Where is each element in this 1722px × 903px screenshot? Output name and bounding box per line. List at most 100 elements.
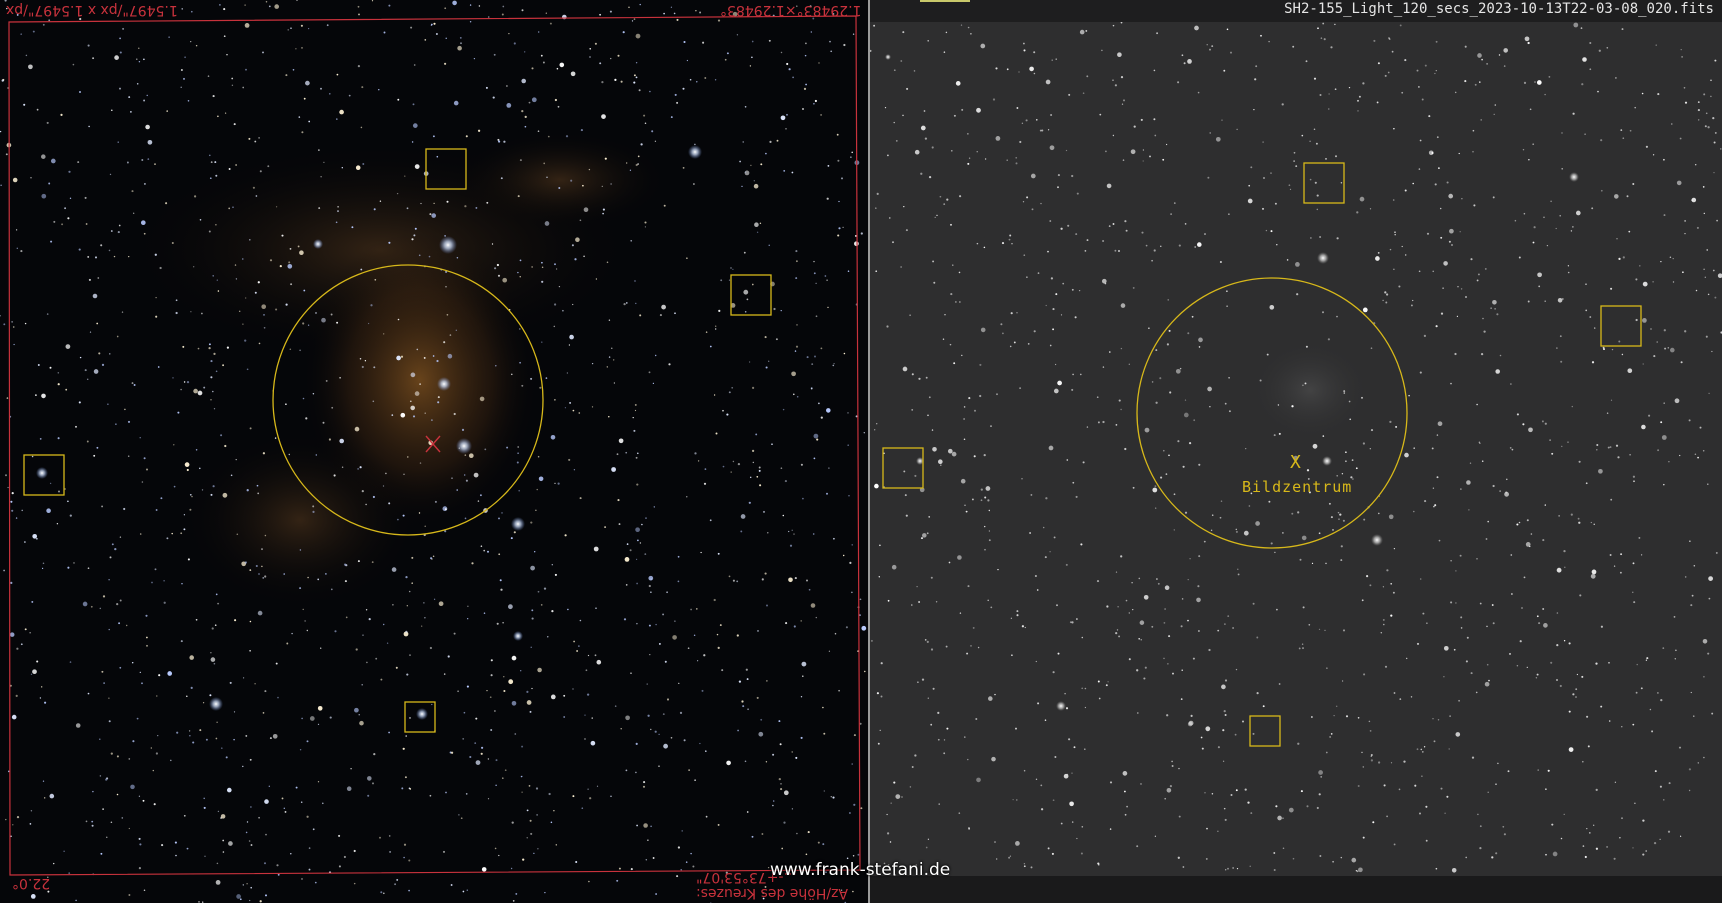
star: [608, 356, 611, 358]
star: [183, 814, 186, 817]
star: [1607, 446, 1610, 449]
star: [1248, 505, 1251, 507]
star: [289, 348, 292, 351]
star: [119, 37, 121, 40]
star: [299, 549, 302, 551]
star: [1071, 388, 1074, 391]
star: [171, 532, 173, 535]
star: [1114, 249, 1117, 252]
star: [1120, 347, 1123, 350]
star: [1421, 751, 1424, 753]
star: [1626, 195, 1629, 198]
star: [1037, 272, 1040, 274]
star: [1140, 118, 1143, 121]
star: [760, 163, 763, 166]
star: [128, 894, 131, 896]
star: [837, 159, 840, 162]
star: [1310, 237, 1312, 239]
star: [943, 203, 946, 205]
star: [1296, 293, 1299, 296]
star: [264, 534, 267, 537]
star: [1408, 394, 1410, 397]
star: [1570, 230, 1573, 232]
star: [1537, 272, 1542, 278]
star: [586, 693, 590, 696]
star: [82, 601, 88, 607]
star: [1060, 314, 1063, 316]
star: [1704, 125, 1707, 128]
star: [596, 659, 602, 665]
star: [1668, 460, 1670, 463]
star: [877, 742, 880, 745]
star: [1224, 818, 1227, 821]
star: [795, 345, 799, 348]
star: [1544, 504, 1546, 506]
star: [967, 585, 970, 588]
star: [780, 788, 783, 791]
star: [573, 640, 575, 643]
star: [141, 682, 143, 685]
star: [183, 381, 186, 383]
star: [744, 760, 747, 763]
star: [1080, 543, 1083, 546]
star: [1270, 230, 1273, 233]
star: [795, 250, 798, 253]
star: [851, 544, 853, 546]
star: [514, 733, 517, 735]
star: [1584, 855, 1587, 859]
star: [1120, 76, 1124, 79]
star: [72, 63, 75, 66]
star: [851, 763, 853, 765]
star: [410, 372, 416, 378]
star: [1328, 502, 1331, 505]
star: [1702, 186, 1705, 188]
star: [751, 56, 753, 59]
star: [453, 412, 456, 416]
star: [116, 335, 119, 338]
star: [210, 399, 212, 401]
star: [1235, 528, 1238, 531]
star: [984, 496, 987, 499]
star: [1118, 635, 1121, 638]
star: [487, 758, 490, 760]
star: [516, 461, 519, 464]
star: [44, 701, 47, 704]
star: [1684, 220, 1686, 222]
star: [1466, 480, 1471, 485]
star: [1544, 93, 1546, 96]
star: [721, 669, 724, 672]
star: [1282, 532, 1284, 534]
star: [1550, 661, 1553, 664]
star: [952, 264, 954, 266]
star: [127, 455, 130, 457]
star: [1358, 95, 1361, 98]
star: [258, 137, 260, 139]
star: [1322, 311, 1324, 314]
star: [1656, 341, 1658, 343]
star: [290, 853, 292, 855]
star: [628, 6, 630, 9]
star: [1153, 69, 1156, 72]
star: [375, 657, 378, 660]
star: [1132, 608, 1134, 611]
star: [1104, 282, 1107, 285]
star: [5, 153, 8, 156]
star: [827, 306, 829, 309]
star: [780, 51, 783, 54]
nebula-haze-upper: [450, 130, 670, 230]
star: [409, 654, 411, 656]
star: [189, 735, 191, 737]
star: [61, 223, 64, 226]
star: [1335, 155, 1337, 158]
star: [634, 403, 637, 406]
star: [1673, 616, 1676, 618]
star: [1363, 518, 1366, 521]
star: [1548, 75, 1551, 78]
star: [42, 567, 44, 570]
star: [300, 801, 303, 803]
star: [78, 248, 81, 251]
star: [498, 517, 500, 520]
star: [116, 793, 119, 796]
star: [1523, 576, 1526, 579]
star: [49, 366, 52, 369]
